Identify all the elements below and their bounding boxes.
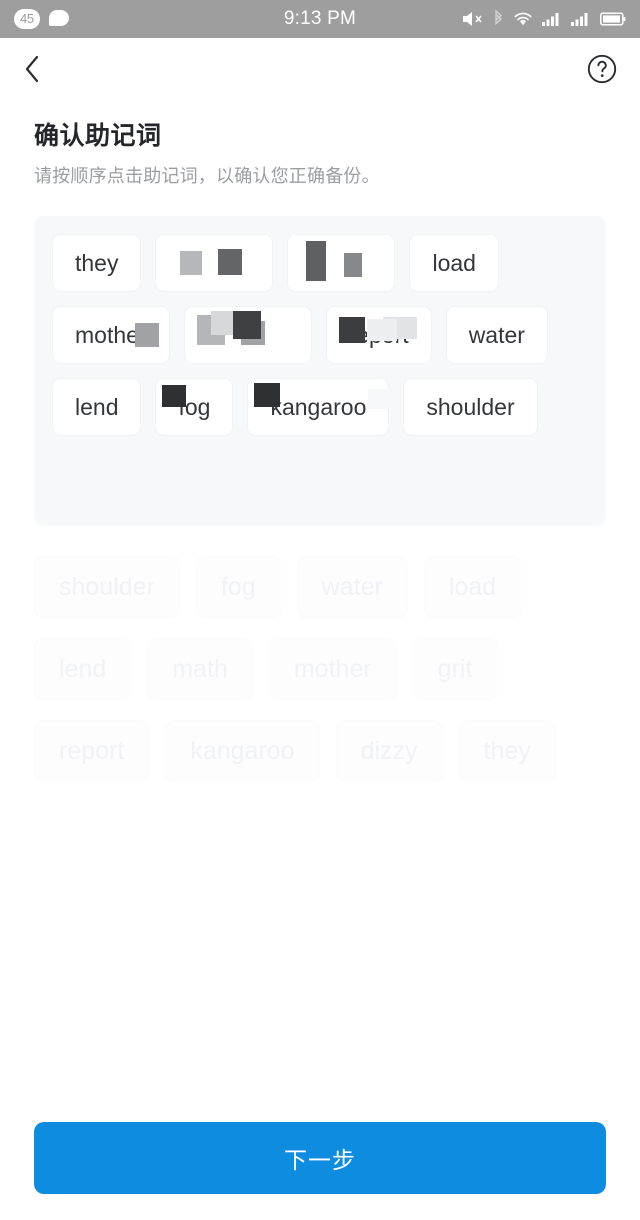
selected-word-chip[interactable] (155, 234, 274, 292)
question-circle-icon (587, 54, 617, 84)
word-bank-label: fog (220, 572, 256, 601)
word-bank-chip[interactable]: fog (195, 556, 281, 618)
selected-word-chip[interactable] (287, 234, 396, 292)
redaction-block (232, 311, 261, 339)
redaction-block (344, 253, 363, 277)
selected-word-label: water (468, 321, 525, 348)
mute-icon (462, 10, 484, 28)
selected-word-chip[interactable]: lend (52, 378, 142, 436)
word-bank-chip[interactable]: report (34, 720, 150, 782)
word-bank-chip[interactable]: mother (268, 638, 397, 700)
selected-word-label: they (75, 249, 119, 276)
page-header: 确认助记词 请按顺序点击助记词，以确认您正确备份。 (0, 100, 640, 188)
word-bank-label: mother (293, 654, 372, 683)
word-bank-label: water (321, 572, 383, 601)
word-bank-chip[interactable]: grit (412, 638, 498, 700)
back-button[interactable] (22, 52, 56, 86)
selected-word-chip[interactable]: report (325, 306, 432, 364)
next-step-button[interactable]: 下一步 (34, 1122, 606, 1194)
signal-icon (542, 11, 562, 27)
footer: 下一步 (0, 1122, 640, 1194)
status-bar-right (462, 10, 626, 28)
word-bank-chip[interactable]: math (147, 638, 253, 700)
selected-word-chip[interactable]: load (409, 234, 499, 292)
word-bank-chip[interactable]: they (458, 720, 556, 782)
selected-word-label: lend (75, 393, 119, 420)
word-bank-label: load (448, 572, 497, 601)
page-title: 确认助记词 (34, 122, 162, 150)
redaction-block (368, 389, 395, 409)
word-bank-label: report (59, 736, 125, 765)
word-bank-chip[interactable]: water (296, 556, 408, 618)
redaction-block (210, 311, 233, 335)
selected-word-chip[interactable]: mother (52, 306, 170, 364)
chevron-left-icon (25, 55, 39, 83)
redaction-block (180, 251, 203, 275)
redaction-block (306, 241, 327, 281)
message-bubble-icon (48, 10, 69, 28)
word-bank-label: math (172, 654, 228, 683)
selected-word-label: mother (75, 321, 147, 348)
word-bank-chip[interactable]: kangaroo (165, 720, 320, 782)
wifi-icon (513, 11, 533, 27)
selected-word-label: kangaroo (270, 393, 367, 420)
selected-word-chip[interactable]: shoulder (403, 378, 538, 436)
help-button[interactable] (586, 53, 618, 85)
word-bank-list: shoulder fog water load lend math mother grit re… (34, 556, 606, 782)
battery-icon (600, 11, 626, 27)
word-bank-label: lend (59, 654, 107, 683)
selected-word-label: fog (178, 393, 211, 420)
word-bank-label: kangaroo (190, 736, 295, 765)
nav-bar (0, 38, 640, 100)
status-bar: 45 9:13 PM (0, 0, 640, 38)
selected-words-panel: they load mother report water lend fog kangaroo… (34, 216, 606, 526)
signal-icon-2 (571, 11, 591, 27)
word-bank-chip[interactable]: shoulder (34, 556, 180, 618)
redaction-block (218, 249, 243, 275)
selected-word-label: shoulder (426, 393, 515, 420)
word-bank-label: they (483, 736, 531, 765)
selected-word-chip[interactable]: water (445, 306, 548, 364)
selected-word-chip[interactable]: kangaroo (247, 378, 395, 436)
selected-word-label: load (432, 249, 476, 276)
word-bank-chip[interactable]: dizzy (335, 720, 443, 782)
redaction-block (196, 315, 225, 345)
word-bank-chip[interactable]: lend (34, 638, 132, 700)
redaction-block (240, 321, 265, 345)
page-subtitle: 请按顺序点击助记词，以确认您正确备份。 (34, 166, 380, 186)
selected-word-chip[interactable]: fog (155, 378, 234, 436)
notification-badge: 45 (14, 9, 40, 29)
word-bank-label: dizzy (360, 736, 418, 765)
selected-word-chip[interactable] (183, 306, 312, 364)
word-bank-chip[interactable]: load (423, 556, 522, 618)
status-bar-left: 45 (14, 9, 69, 29)
word-bank-label: grit (437, 654, 473, 683)
selected-word-chip[interactable]: they (52, 234, 142, 292)
word-bank-label: shoulder (59, 572, 155, 601)
selected-chip-list: they load mother report water lend fog kangaroo… (52, 234, 588, 436)
bluetooth-icon (493, 10, 504, 28)
selected-word-label: report (348, 321, 409, 348)
